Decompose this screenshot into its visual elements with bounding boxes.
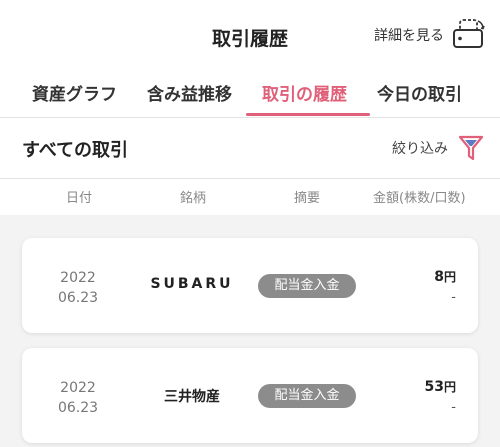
transaction-row[interactable]: 2022 06.23 SUBARU 配当金入金 8円 - xyxy=(22,238,478,333)
transaction-row[interactable]: 2022 06.23 三井物産 配当金入金 53円 - xyxy=(22,348,478,443)
column-header-summary: 摘要 xyxy=(294,191,321,206)
rotate-screen-icon xyxy=(453,19,485,48)
funnel-icon xyxy=(458,135,484,161)
tab-transaction-history[interactable]: 取引の履歴 xyxy=(262,80,347,105)
column-header-date: 日付 xyxy=(66,191,93,206)
filter-button[interactable]: 絞り込み xyxy=(392,134,484,162)
detail-button[interactable]: 詳細を見る xyxy=(374,18,486,52)
filter-heading: すべての取引 xyxy=(22,140,129,161)
column-header-amount: 金額(株数/口数) xyxy=(373,191,466,206)
transaction-quantity: - xyxy=(451,400,456,415)
transaction-date: 2022 06.23 xyxy=(57,380,99,416)
transaction-brand: 三井物産 xyxy=(164,389,220,405)
detail-button-label: 詳細を見る xyxy=(374,28,444,44)
transaction-amount: 8円 xyxy=(434,269,456,285)
tab-today-trades[interactable]: 今日の取引 xyxy=(377,80,462,105)
summary-badge: 配当金入金 xyxy=(258,274,356,298)
tab-bar: 資産グラフ 含み益推移 取引の履歴 今日の取引 xyxy=(0,74,500,116)
transaction-amount: 53円 xyxy=(424,379,457,395)
divider xyxy=(0,117,500,118)
transaction-brand: SUBARU xyxy=(150,276,234,292)
tab-asset-graph[interactable]: 資産グラフ xyxy=(32,80,117,105)
transaction-date: 2022 06.23 xyxy=(57,270,99,306)
filter-button-label: 絞り込み xyxy=(392,141,448,157)
active-tab-indicator xyxy=(246,113,370,116)
column-header-brand: 銘柄 xyxy=(180,191,207,206)
summary-badge: 配当金入金 xyxy=(258,384,356,408)
divider xyxy=(0,178,500,179)
transaction-quantity: - xyxy=(451,290,456,305)
tab-unrealized-gain[interactable]: 含み益推移 xyxy=(147,80,232,105)
